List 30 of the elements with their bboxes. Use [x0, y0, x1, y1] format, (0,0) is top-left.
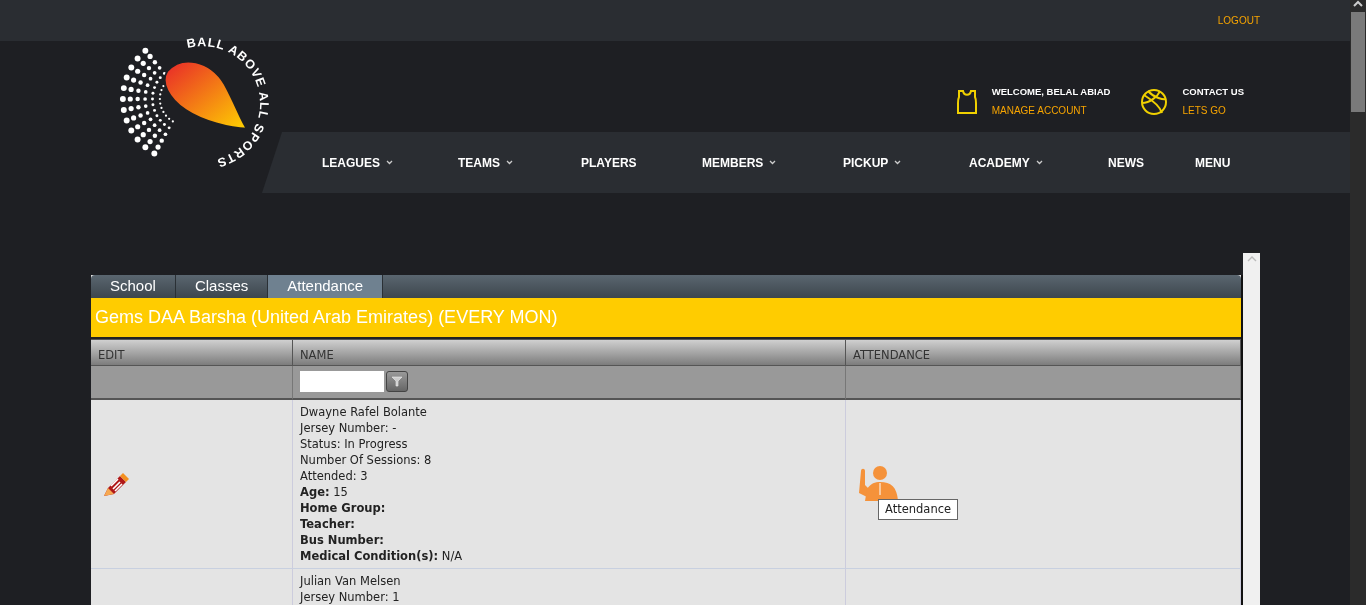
- filter-icon: [391, 376, 403, 387]
- column-header: EDIT: [91, 338, 293, 366]
- logout-link[interactable]: LOGOUT: [1217, 13, 1260, 28]
- column-header: ATTENDANCE: [846, 338, 1241, 366]
- filter-button[interactable]: [386, 371, 408, 392]
- manage-account-link[interactable]: MANAGE ACCOUNT: [991, 103, 1111, 119]
- contact-link[interactable]: LETS GO: [1182, 103, 1244, 119]
- panel-title: Gems DAA Barsha (United Arab Emirates) (EVERY MON): [91, 297, 1241, 339]
- panel-scrollbar[interactable]: [1243, 253, 1260, 605]
- basketball-icon: [1140, 87, 1169, 116]
- welcome-text: WELCOME, BELAL ABIAD: [991, 84, 1111, 99]
- nav-item[interactable]: PLAYERS: [581, 153, 702, 172]
- nav-item[interactable]: ACADEMY: [969, 153, 1108, 172]
- name-cell: Julian Van Melsen Jersey Number: 1: [293, 568, 846, 605]
- filter-field[interactable]: [300, 371, 384, 392]
- tab[interactable]: School: [91, 275, 176, 298]
- nav-item[interactable]: MENU: [1195, 153, 1275, 172]
- name-cell: Dwayne Rafel Bolante Jersey Number: - Status: In Progress Number Of Sessions: 8 Attended: 3 Age: 15 Home Group: Teacher: Bus Number: Medical Condition(s): N/A: [293, 399, 846, 569]
- nav-item[interactable]: TEAMS: [458, 153, 581, 172]
- nav-item[interactable]: PICKUP: [843, 153, 969, 172]
- nav-item[interactable]: LEAGUES: [322, 153, 458, 172]
- nav-item[interactable]: MEMBERS: [702, 153, 843, 172]
- scrollbar-thumb[interactable]: [1351, 12, 1365, 112]
- column-header: NAME: [293, 338, 846, 366]
- tab[interactable]: Attendance: [268, 275, 384, 298]
- jersey-icon: [955, 88, 978, 115]
- tooltip: Attendance: [878, 498, 959, 520]
- nav-item[interactable]: NEWS: [1108, 153, 1195, 172]
- contact-title: CONTACT US: [1182, 84, 1244, 99]
- page-scrollbar[interactable]: [1350, 0, 1366, 605]
